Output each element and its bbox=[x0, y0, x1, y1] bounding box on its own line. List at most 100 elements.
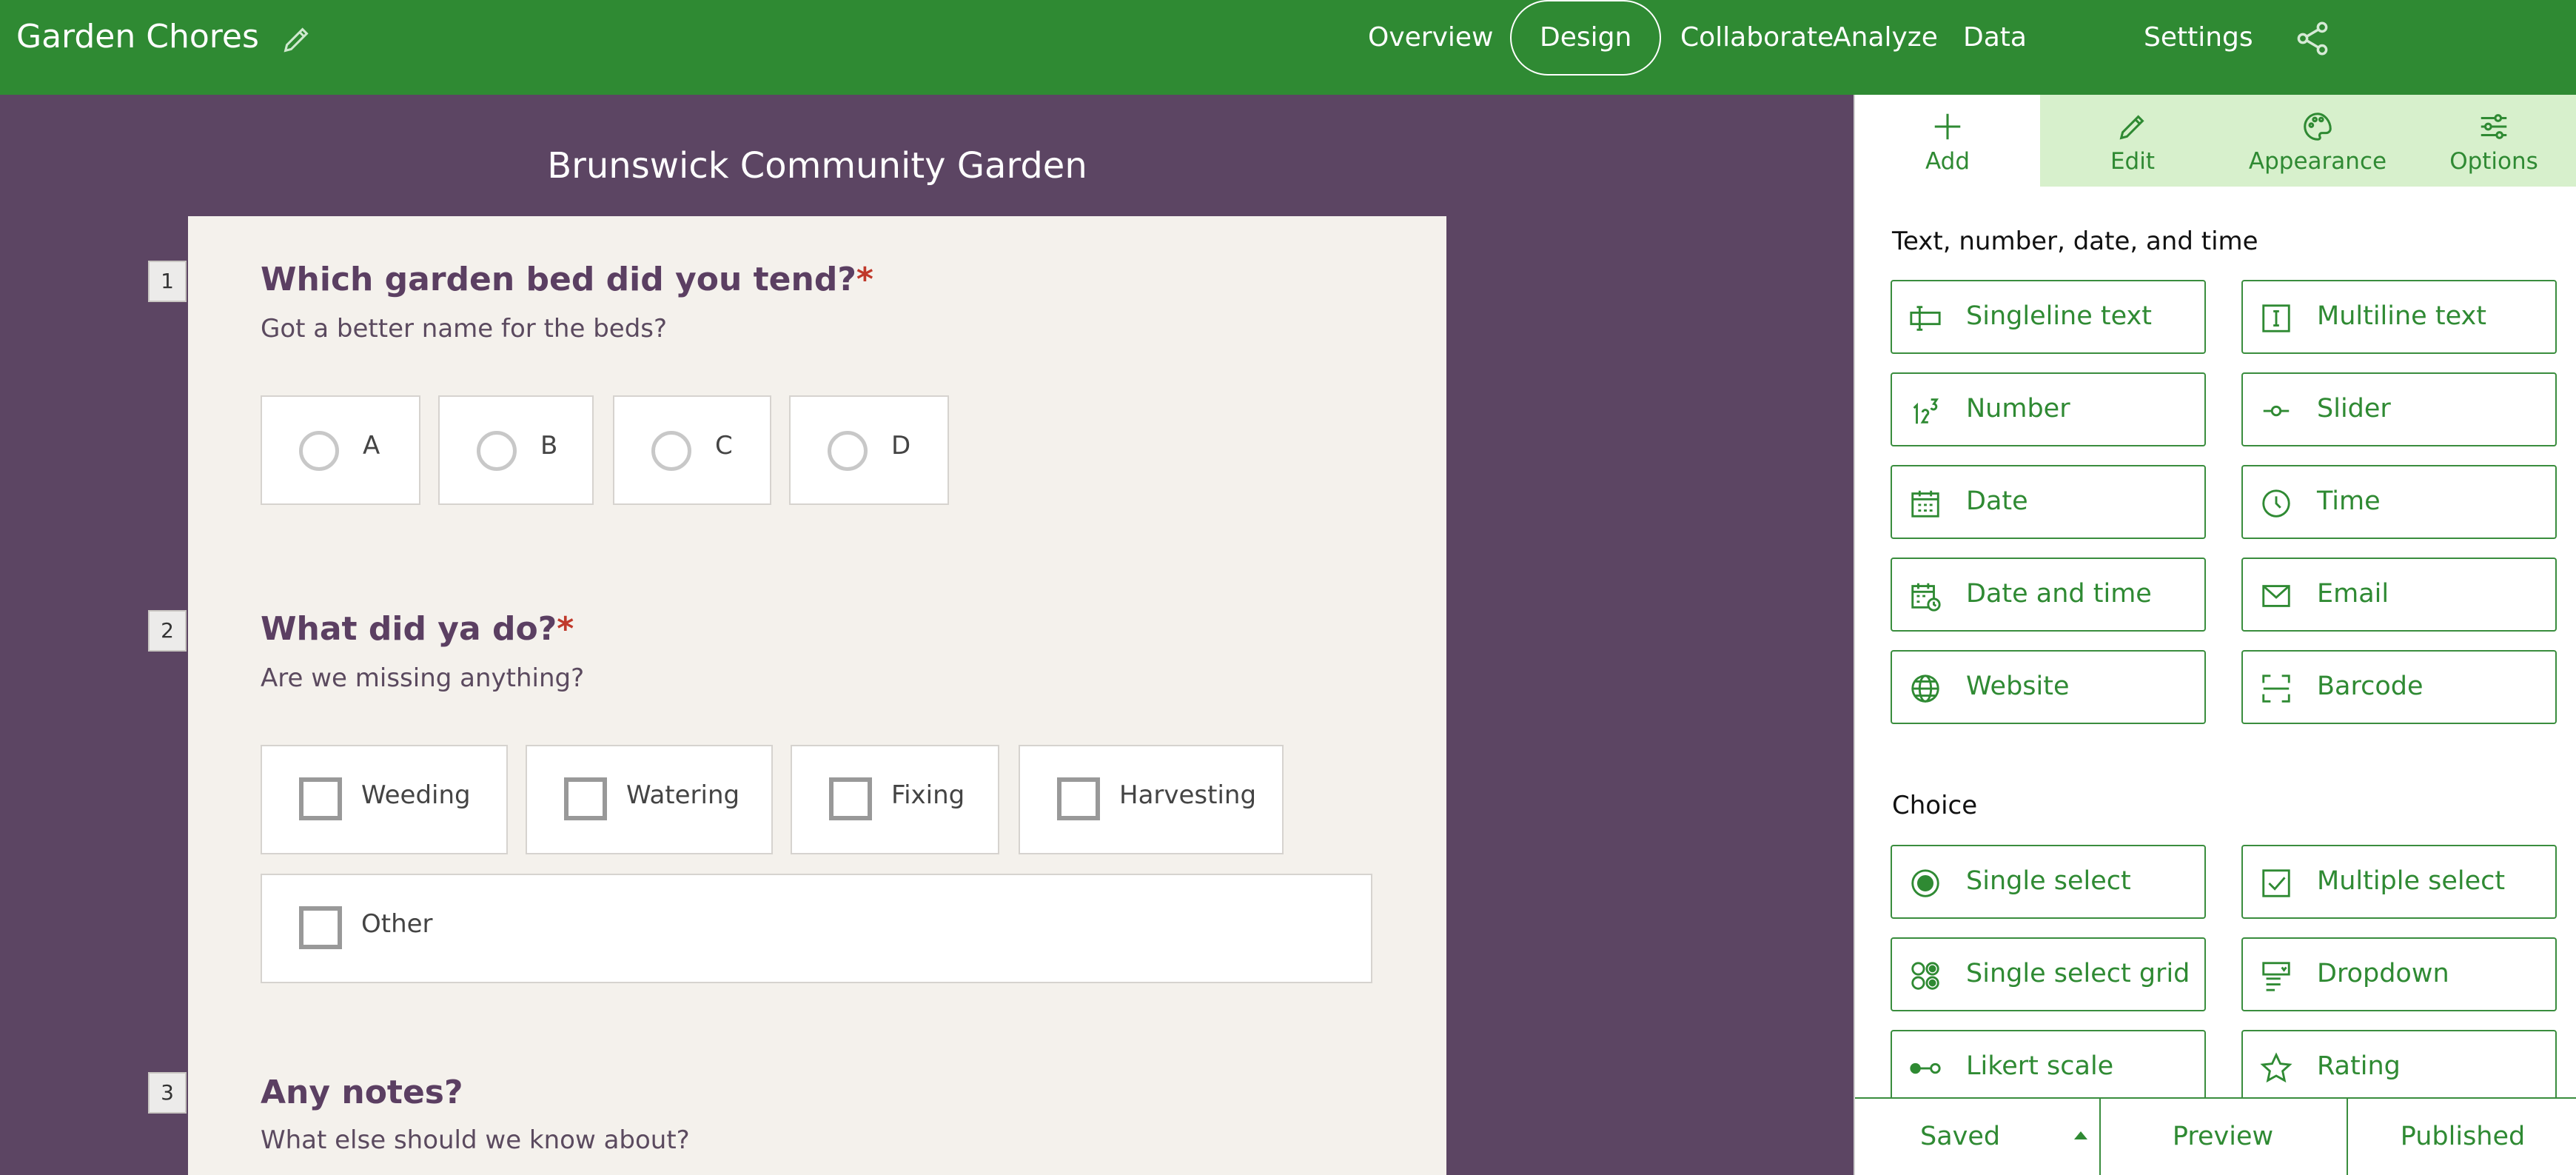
preview-button[interactable]: Preview bbox=[2101, 1099, 2345, 1175]
question-description: What else should we know about? bbox=[261, 1125, 690, 1155]
add-question-panel: Add Edit Appearance Options Text, number… bbox=[1854, 95, 2576, 1175]
add-multiline-text-button[interactable]: Multiline text bbox=[2241, 280, 2557, 354]
checkbox-option[interactable]: Watering bbox=[526, 745, 773, 854]
tool-label: Multiline text bbox=[2317, 301, 2486, 331]
add-email-button[interactable]: Email bbox=[2241, 558, 2557, 632]
question-description: Are we missing anything? bbox=[261, 663, 585, 693]
nav-data[interactable]: Data bbox=[1963, 22, 2027, 53]
tab-appearance[interactable]: Appearance bbox=[2225, 95, 2410, 187]
grid-radio-icon bbox=[1911, 962, 1939, 990]
checkbox-option[interactable]: Harvesting bbox=[1019, 745, 1284, 854]
add-rating-button[interactable]: Rating bbox=[2241, 1030, 2557, 1104]
multiline-text-icon bbox=[2262, 304, 2290, 332]
add-website-button[interactable]: Website bbox=[1891, 650, 2206, 724]
tab-label: Add bbox=[1925, 148, 1970, 175]
question-title[interactable]: What did ya do?* bbox=[261, 610, 574, 648]
nav-overview[interactable]: Overview bbox=[1368, 22, 1494, 53]
nav-analyze[interactable]: Analyze bbox=[1833, 22, 1938, 53]
radio-button[interactable] bbox=[828, 431, 868, 471]
option-label: A bbox=[363, 431, 380, 461]
question-title[interactable]: Which garden bed did you tend?* bbox=[261, 261, 873, 298]
tool-label: Slider bbox=[2317, 394, 2391, 424]
add-barcode-button[interactable]: Barcode bbox=[2241, 650, 2557, 724]
question-description: Got a better name for the beds? bbox=[261, 314, 668, 344]
checkbox-option[interactable]: Fixing bbox=[791, 745, 999, 854]
option-label: Other bbox=[361, 909, 433, 939]
dropdown-icon bbox=[2262, 962, 2290, 991]
question-number: 3 bbox=[148, 1072, 187, 1114]
radio-icon bbox=[1911, 869, 1939, 897]
add-single-select-button[interactable]: Single select bbox=[1891, 845, 2206, 919]
tool-label: Time bbox=[2317, 486, 2381, 516]
option-label: B bbox=[540, 431, 558, 461]
radio-option[interactable]: C bbox=[613, 395, 771, 505]
checkbox[interactable] bbox=[299, 906, 342, 949]
radio-option[interactable]: A bbox=[261, 395, 420, 505]
nav-design[interactable]: Design bbox=[1510, 0, 1662, 76]
tool-label: Single select grid bbox=[1966, 959, 2190, 988]
plus-icon bbox=[1934, 113, 1961, 140]
tool-label: Rating bbox=[2317, 1051, 2401, 1081]
tab-options[interactable]: Options bbox=[2410, 95, 2576, 187]
radio-option[interactable]: D bbox=[789, 395, 949, 505]
tab-edit[interactable]: Edit bbox=[2040, 95, 2225, 187]
option-label: Weeding bbox=[361, 780, 471, 810]
add-dropdown-button[interactable]: Dropdown bbox=[2241, 937, 2557, 1011]
star-icon bbox=[2260, 1052, 2292, 1083]
survey-title[interactable]: Brunswick Community Garden bbox=[188, 145, 1446, 187]
radio-button[interactable] bbox=[651, 431, 691, 471]
add-likert-scale-button[interactable]: Likert scale bbox=[1891, 1030, 2206, 1104]
top-bar: Garden Chores Overview Design Collaborat… bbox=[0, 0, 2576, 95]
tab-label: Edit bbox=[2110, 148, 2156, 175]
envelope-icon bbox=[2262, 585, 2290, 607]
add-number-button[interactable]: Number bbox=[1891, 372, 2206, 446]
radio-option[interactable]: B bbox=[438, 395, 594, 505]
add-slider-button[interactable]: Slider bbox=[2241, 372, 2557, 446]
required-mark: * bbox=[557, 610, 574, 648]
likert-icon bbox=[1910, 1062, 1941, 1074]
add-multiple-select-button[interactable]: Multiple select bbox=[2241, 845, 2557, 919]
tool-label: Email bbox=[2317, 579, 2389, 609]
add-date-and-time-button[interactable]: Date and time bbox=[1891, 558, 2206, 632]
checkbox[interactable] bbox=[829, 777, 872, 820]
nav-settings[interactable]: Settings bbox=[2144, 22, 2253, 53]
palette-icon bbox=[2304, 113, 2332, 141]
nav-collaborate[interactable]: Collaborate bbox=[1680, 22, 1834, 53]
add-singleline-text-button[interactable]: Singleline text bbox=[1891, 280, 2206, 354]
checkbox[interactable] bbox=[299, 777, 342, 820]
tool-label: Single select bbox=[1966, 866, 2131, 896]
question-title-text: What did ya do? bbox=[261, 610, 557, 648]
radio-button[interactable] bbox=[477, 431, 517, 471]
share-icon[interactable] bbox=[2293, 19, 2332, 58]
section-title: Choice bbox=[1892, 791, 1978, 820]
pencil-icon bbox=[2119, 115, 2144, 140]
calendar-icon bbox=[1911, 490, 1939, 518]
checkbox[interactable] bbox=[564, 777, 607, 820]
pencil-icon[interactable] bbox=[280, 22, 314, 56]
question-number: 2 bbox=[148, 610, 187, 652]
calendar-clock-icon bbox=[1911, 583, 1941, 612]
option-label: D bbox=[891, 431, 911, 461]
caret-up-icon[interactable] bbox=[2074, 1131, 2087, 1139]
barcode-scan-icon bbox=[2262, 674, 2290, 703]
tab-add[interactable]: Add bbox=[1855, 95, 2040, 187]
add-time-button[interactable]: Time bbox=[2241, 465, 2557, 539]
panel-footer: Saved Preview Published bbox=[1855, 1097, 2576, 1175]
option-label: Watering bbox=[626, 780, 740, 810]
question-title-text: Which garden bed did you tend? bbox=[261, 261, 856, 298]
add-date-button[interactable]: Date bbox=[1891, 465, 2206, 539]
checkbox-option[interactable]: Other bbox=[261, 874, 1372, 983]
add-single-select-grid-button[interactable]: Single select grid bbox=[1891, 937, 2206, 1011]
question-title[interactable]: Any notes? bbox=[261, 1074, 463, 1111]
radio-button[interactable] bbox=[299, 431, 339, 471]
checkbox[interactable] bbox=[1057, 777, 1100, 820]
checkbox-option[interactable]: Weeding bbox=[261, 745, 508, 854]
question-number: 1 bbox=[148, 261, 187, 302]
tab-label: Options bbox=[2449, 148, 2538, 175]
saved-button[interactable]: Saved bbox=[1855, 1099, 2099, 1175]
checkbox-icon bbox=[2262, 869, 2290, 897]
tool-label: Number bbox=[1966, 394, 2070, 424]
singleline-text-icon bbox=[1910, 306, 1941, 331]
published-button[interactable]: Published bbox=[2348, 1099, 2576, 1175]
tool-label: Website bbox=[1966, 672, 2070, 701]
